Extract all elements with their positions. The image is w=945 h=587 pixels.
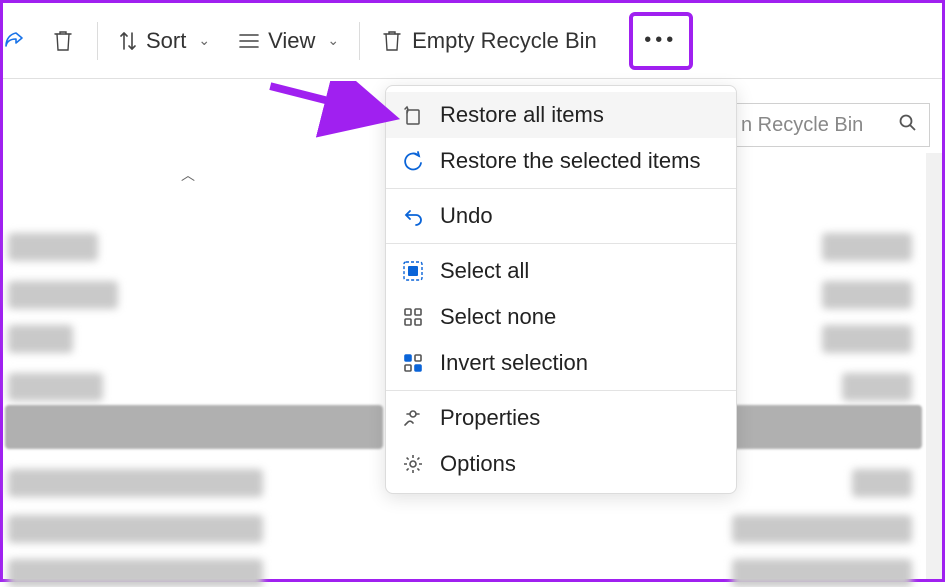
list-item	[822, 281, 912, 309]
options-icon	[402, 453, 424, 475]
list-item	[852, 469, 912, 497]
list-item-selected[interactable]	[5, 405, 383, 449]
list-item	[8, 373, 103, 401]
menu-label: Undo	[440, 203, 493, 229]
search-placeholder: n Recycle Bin	[741, 114, 863, 137]
sort-label: Sort	[146, 28, 186, 54]
delete-button[interactable]	[35, 17, 91, 65]
menu-separator	[386, 188, 736, 189]
invert-selection-icon	[402, 352, 424, 374]
list-item	[822, 325, 912, 353]
menu-restore-selected[interactable]: Restore the selected items	[386, 138, 736, 184]
search-icon	[899, 114, 917, 138]
context-menu: Restore all items Restore the selected i…	[385, 85, 737, 494]
menu-separator	[386, 390, 736, 391]
menu-label: Restore the selected items	[440, 148, 700, 174]
sort-icon	[118, 30, 138, 52]
menu-label: Invert selection	[440, 350, 588, 376]
list-item	[8, 559, 263, 587]
menu-properties[interactable]: Properties	[386, 395, 736, 441]
list-item	[8, 515, 263, 543]
menu-label: Select all	[440, 258, 529, 284]
toolbar-divider	[359, 22, 360, 60]
menu-label: Select none	[440, 304, 556, 330]
list-item	[732, 559, 912, 587]
sort-button[interactable]: Sort ⌄	[104, 17, 224, 65]
properties-icon	[402, 407, 424, 429]
list-item	[8, 281, 118, 309]
chevron-down-icon: ⌄	[327, 32, 339, 49]
list-item	[8, 325, 73, 353]
list-item	[842, 373, 912, 401]
menu-separator	[386, 243, 736, 244]
menu-options[interactable]: Options	[386, 441, 736, 487]
empty-recycle-bin-label: Empty Recycle Bin	[412, 28, 597, 54]
undo-icon	[402, 205, 424, 227]
share-button[interactable]	[3, 17, 35, 65]
chevron-up-icon[interactable]: ︿	[181, 165, 195, 185]
scrollbar-track[interactable]	[926, 153, 942, 579]
view-label: View	[268, 28, 315, 54]
more-button[interactable]: •••	[629, 12, 693, 70]
list-item	[822, 233, 912, 261]
list-item	[8, 233, 98, 261]
menu-undo[interactable]: Undo	[386, 193, 736, 239]
chevron-down-icon: ⌄	[198, 32, 210, 49]
restore-all-icon	[402, 104, 424, 126]
list-item	[732, 515, 912, 543]
select-none-icon	[402, 306, 424, 328]
list-item	[8, 469, 263, 497]
menu-label: Options	[440, 451, 516, 477]
list-item-selected	[732, 405, 922, 449]
menu-restore-all[interactable]: Restore all items	[386, 92, 736, 138]
menu-label: Restore all items	[440, 102, 604, 128]
toolbar: Sort ⌄ View ⌄ Empty Recycle Bin •••	[3, 3, 942, 79]
share-icon	[3, 29, 27, 53]
search-input[interactable]: n Recycle Bin	[730, 103, 930, 147]
menu-select-all[interactable]: Select all	[386, 248, 736, 294]
view-button[interactable]: View ⌄	[224, 17, 353, 65]
select-all-icon	[402, 260, 424, 282]
trash-icon	[380, 28, 404, 54]
trash-icon	[51, 28, 75, 54]
menu-invert-selection[interactable]: Invert selection	[386, 340, 736, 386]
view-icon	[238, 31, 260, 51]
empty-recycle-bin-button[interactable]: Empty Recycle Bin	[366, 17, 611, 65]
menu-select-none[interactable]: Select none	[386, 294, 736, 340]
restore-selected-icon	[402, 150, 424, 172]
more-icon: •••	[644, 29, 677, 52]
menu-label: Properties	[440, 405, 540, 431]
toolbar-divider	[97, 22, 98, 60]
